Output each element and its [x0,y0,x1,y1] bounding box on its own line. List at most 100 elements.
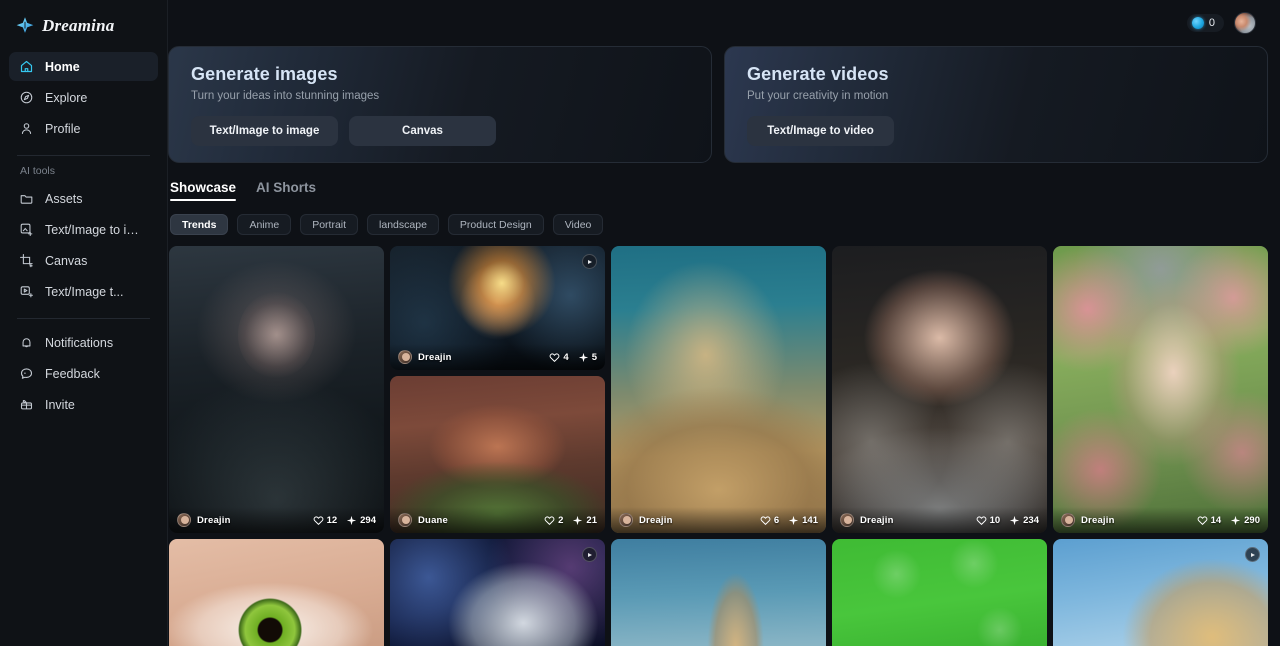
sidebar-item-feedback[interactable]: Feedback [9,359,158,388]
gallery-card[interactable] [390,539,605,646]
gallery-card[interactable]: Dreajin 10 234 [832,246,1047,533]
gallery-card[interactable]: Dreajin 6 141 [611,246,826,533]
gallery-tabs: Showcase AI Shorts [170,180,1268,201]
spark-stat[interactable]: 141 [788,515,818,526]
spark-count: 294 [360,514,376,526]
like-stat[interactable]: 12 [313,514,338,526]
creator-avatar[interactable] [177,513,191,527]
text-image-to-image-button[interactable]: Text/Image to image [191,116,338,146]
card-footer: Dreajin 6 141 [611,507,826,533]
sidebar-item-label: Text/Image to image [45,222,148,237]
sidebar-item-invite[interactable]: Invite [9,390,158,419]
tab-ai-shorts[interactable]: AI Shorts [256,180,316,201]
canvas-button[interactable]: Canvas [349,116,496,146]
creator-avatar[interactable] [1061,513,1075,527]
like-stat[interactable]: 10 [976,514,1001,526]
creator-avatar[interactable] [398,513,412,527]
person-icon [21,123,32,135]
page-body: Generate images Turn your ideas into stu… [168,46,1268,646]
artwork-image [832,539,1047,646]
sparkle-star-icon [16,17,34,33]
creator-avatar[interactable] [398,350,412,364]
gallery-column: Dreajin 14 290 [1053,246,1268,646]
card-footer: Dreajin 4 5 [390,344,605,370]
text-image-to-video-button[interactable]: Text/Image to video [747,116,894,146]
card-footer: Dreajin 12 294 [169,507,384,533]
sidebar-item-assets[interactable]: Assets [9,184,158,213]
creator-avatar[interactable] [840,513,854,527]
sidebar-item-explore[interactable]: Explore [9,83,158,112]
chip-trends[interactable]: Trends [170,214,229,235]
gallery-card[interactable]: Duane 2 21 [390,376,605,533]
gallery-grid: Dreajin12294Dreajin030Dreajin45Duane221D… [169,246,1268,646]
spark-stat[interactable]: 294 [346,515,376,526]
like-count: 6 [773,514,780,526]
chip-video[interactable]: Video [552,214,604,235]
brand-name: Dreamina [42,16,115,35]
card-stats: 6 141 [760,515,818,526]
artwork-image [611,246,826,533]
like-stat[interactable]: 4 [549,352,569,363]
sidebar-item-label: Text/Image t... [45,284,124,299]
artwork-image [611,539,826,646]
like-count: 10 [989,514,1001,526]
hero-buttons: Text/Image to video [747,116,1245,146]
coin-icon [1191,17,1204,29]
gallery-card[interactable] [611,539,826,646]
spark-stat[interactable]: 21 [572,515,597,526]
play-icon[interactable] [582,547,597,562]
like-stat[interactable]: 14 [1197,515,1221,526]
sidebar-item-notifications[interactable]: Notifications [9,328,158,357]
sidebar-item-home[interactable]: Home [9,52,158,81]
hero-subtitle: Put your creativity in motion [747,90,889,102]
creator-avatar[interactable] [619,513,633,527]
sidebar-item-text-image-to-image[interactable]: Text/Image to image [9,215,158,244]
sidebar-item-label: Profile [45,121,81,136]
credits-badge[interactable]: 0 [1186,14,1224,32]
avatar[interactable] [1234,12,1256,34]
gallery-column: Dreajin 6 141 [611,246,826,646]
video-plus-icon [20,286,33,298]
tab-showcase[interactable]: Showcase [170,180,237,201]
creator-name: Dreajin [639,514,673,526]
gallery-card[interactable]: Dreajin030 [169,539,384,646]
chip-landscape[interactable]: landscape [367,214,439,235]
filter-chips: Trends Anime Portrait landscape Product … [170,214,1268,235]
chip-product-design[interactable]: Product Design [447,214,544,235]
sidebar-item-profile[interactable]: Profile [9,114,158,143]
sidebar: Dreamina Home Explore Profile AI tools A… [0,0,168,646]
artwork-image [1053,539,1268,646]
card-stats: 45 [549,352,597,363]
gallery-card[interactable]: Dreajin 4 5 [390,246,605,370]
artwork-image [1053,246,1268,533]
chip-portrait[interactable]: Portrait [300,214,359,235]
hero-buttons: Text/Image to image Canvas [191,116,689,146]
artwork-image [832,246,1047,533]
generate-videos-card: Generate videos Put your creativity in m… [724,46,1268,163]
like-stat[interactable]: 2 [544,515,563,526]
spark-stat[interactable]: 5 [578,352,597,363]
brand[interactable]: Dreamina [9,0,158,52]
sidebar-item-canvas[interactable]: Canvas [9,246,158,275]
gallery-card[interactable]: Dreajin 14 290 [1053,246,1268,533]
creator-name: Dreajin [1081,514,1115,526]
gallery-card[interactable]: Dreajin 12 294 [169,246,384,533]
spark-count: 290 [1244,514,1260,526]
hero-title: Generate videos [747,64,889,84]
sidebar-item-text-image-to-video[interactable]: Text/Image t... [9,277,158,306]
like-count: 12 [326,514,338,526]
creator-name: Dreajin [418,351,452,363]
crop-frame-icon [20,254,33,268]
like-stat[interactable]: 6 [760,515,779,526]
spark-stat[interactable]: 290 [1230,515,1260,526]
card-footer: Dreajin 10 234 [832,507,1047,533]
gallery-card[interactable] [832,539,1047,646]
sidebar-section-label: AI tools [20,165,56,177]
play-icon[interactable] [582,254,597,269]
spark-stat[interactable]: 234 [1009,515,1039,526]
chip-anime[interactable]: Anime [237,214,292,235]
spark-count: 234 [1023,514,1039,526]
gallery-card[interactable] [1053,539,1268,646]
creator-name: Duane [418,514,449,526]
play-icon[interactable] [1245,547,1260,562]
